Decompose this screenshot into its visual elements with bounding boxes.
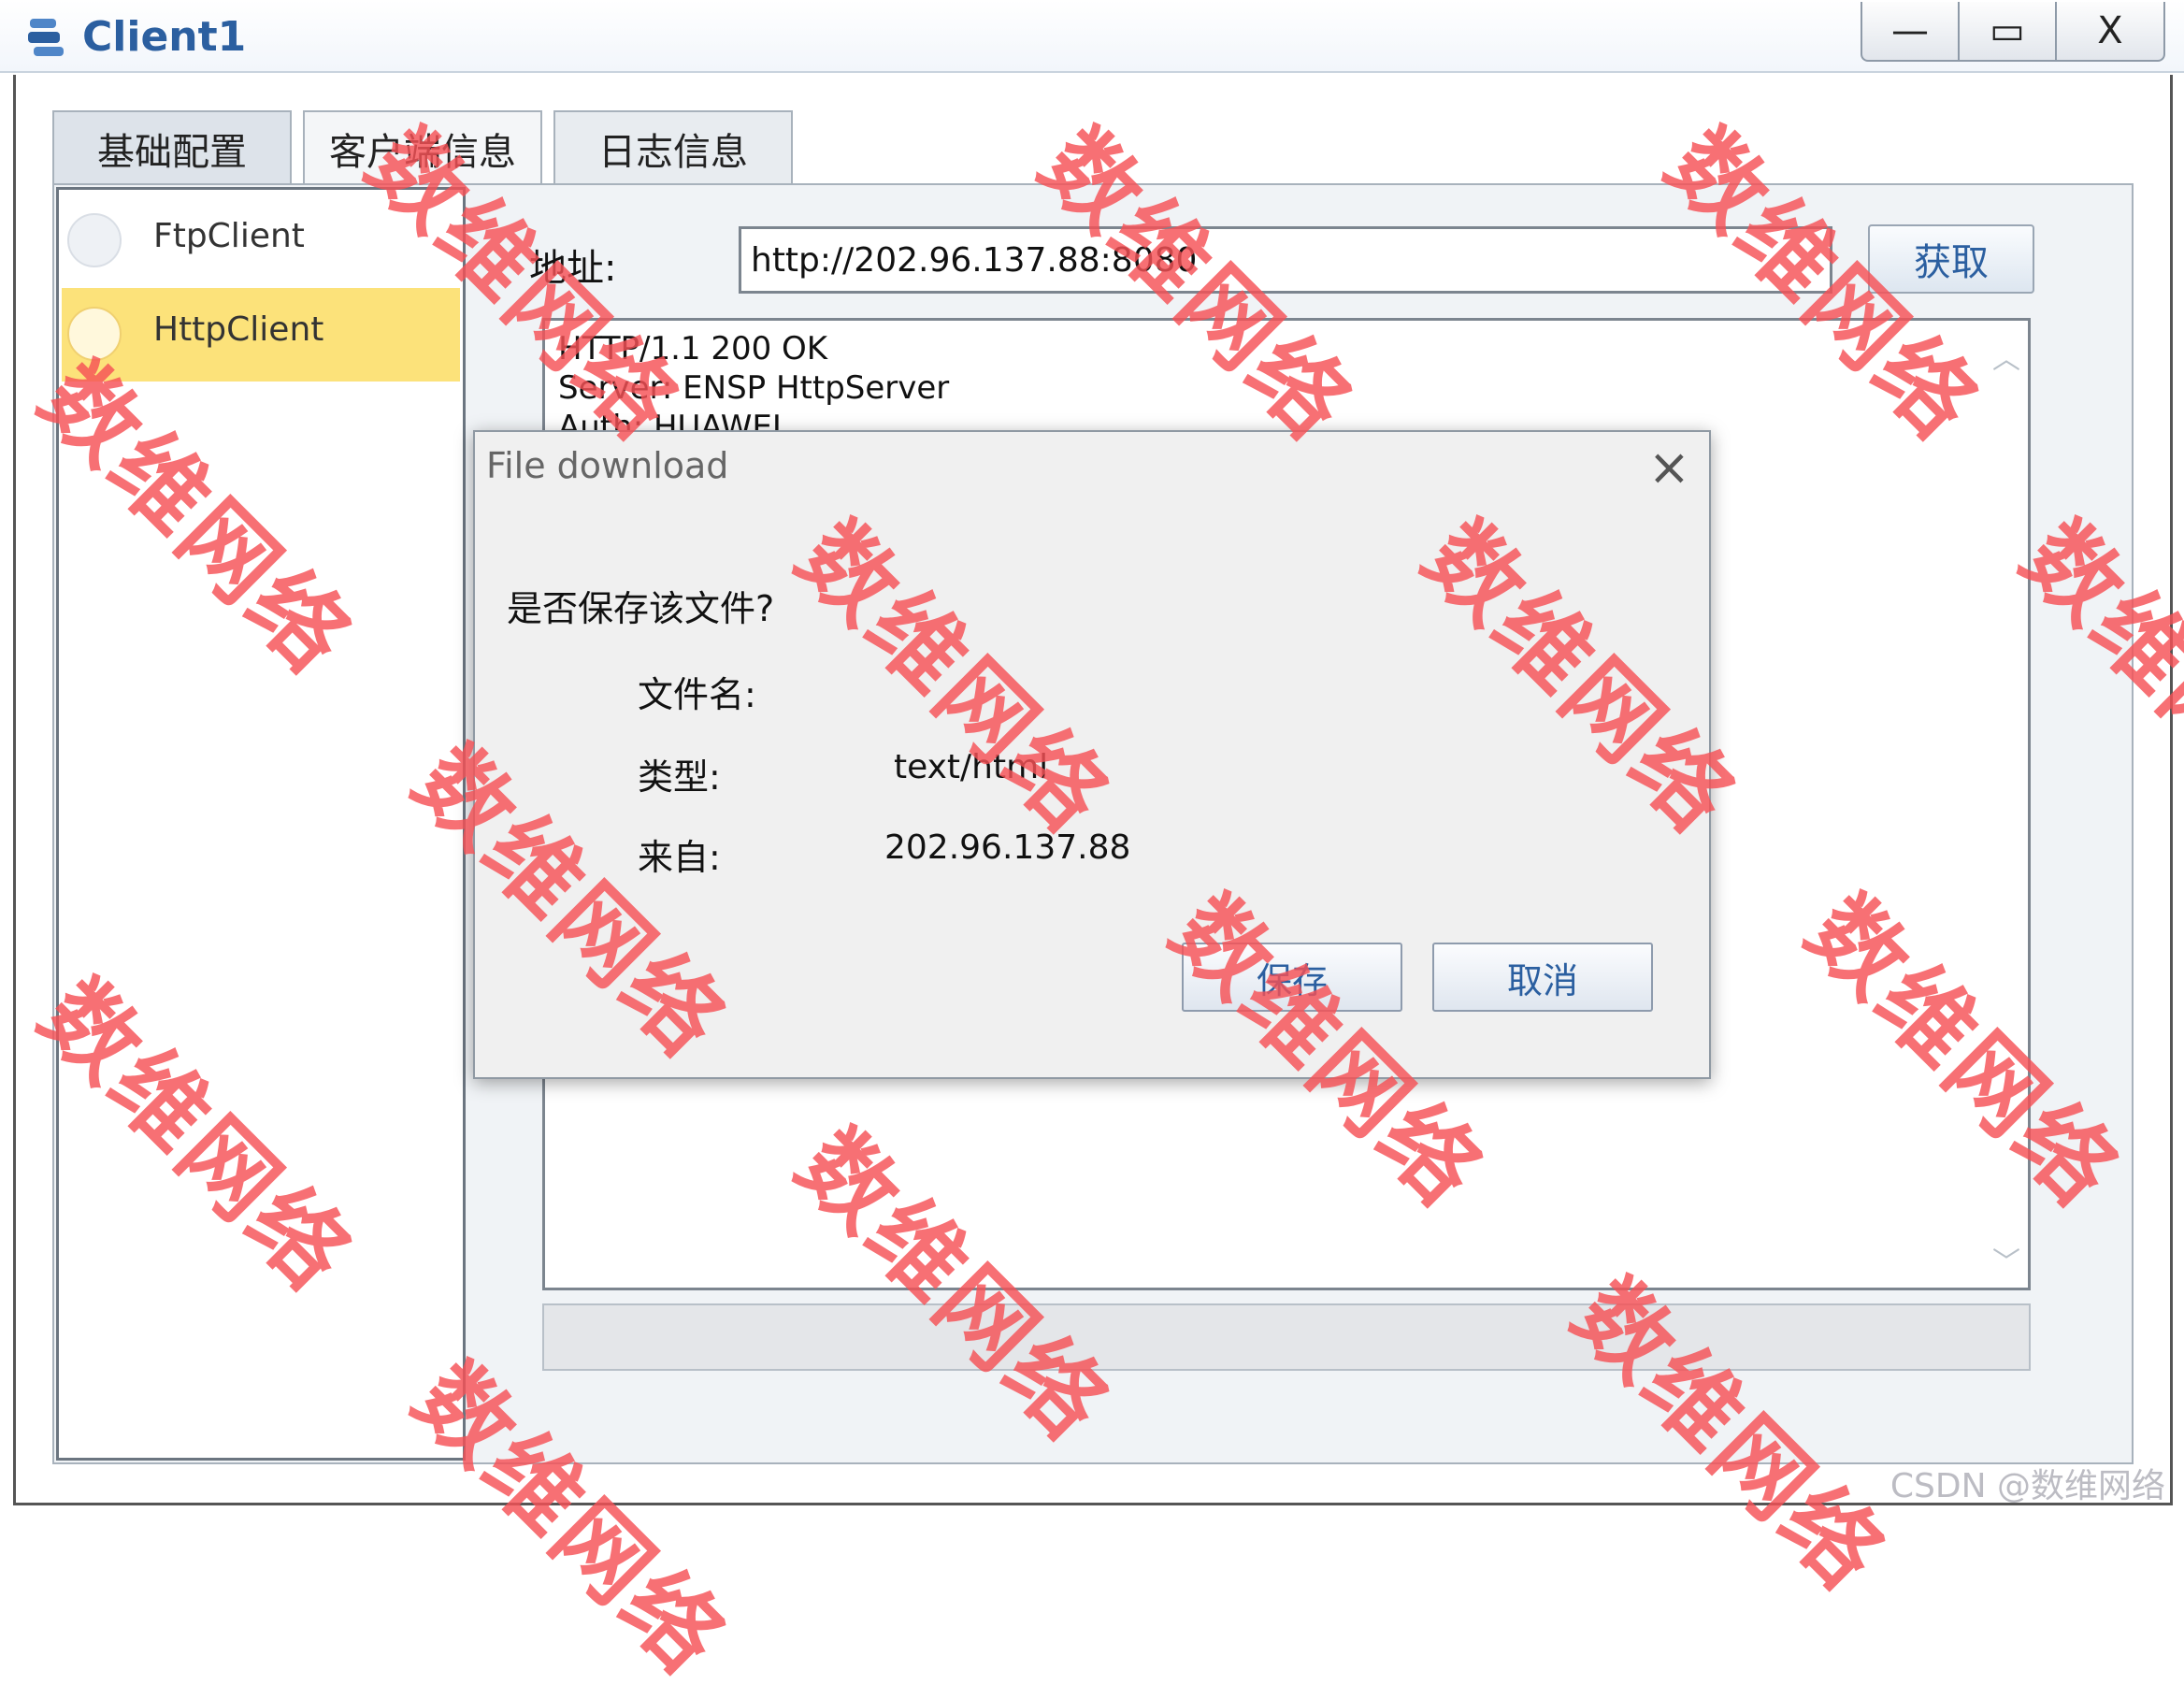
list-item-label: FtpClient <box>153 217 305 255</box>
list-item-httpclient[interactable]: HttpClient <box>62 288 460 382</box>
response-line: HTTP/1.1 200 OK <box>558 330 828 367</box>
dialog-question: 是否保存该文件? <box>507 588 775 629</box>
window-title: Client1 <box>82 13 247 61</box>
type-value: text/html <box>894 748 1049 786</box>
tab-basic-config[interactable]: 基础配置 <box>52 110 292 185</box>
fetch-button[interactable]: 获取 <box>1868 224 2034 294</box>
filename-label: 文件名: <box>638 674 756 715</box>
from-label: 来自: <box>638 837 721 878</box>
minimize-button[interactable]: — <box>1861 2 1960 62</box>
radio-icon <box>67 307 122 361</box>
from-value: 202.96.137.88 <box>884 828 1131 867</box>
file-download-dialog: File download × 是否保存该文件? 文件名: 类型: text/h… <box>473 430 1711 1079</box>
maximize-button[interactable]: ▭ <box>1958 2 2057 62</box>
tab-log-info[interactable]: 日志信息 <box>553 110 793 185</box>
address-label: 地址: <box>529 247 617 290</box>
address-input[interactable] <box>739 226 1832 294</box>
cancel-button[interactable]: 取消 <box>1432 943 1653 1012</box>
dialog-close-icon[interactable]: × <box>1648 438 1690 497</box>
type-label: 类型: <box>638 756 721 798</box>
list-item-label: HttpClient <box>153 310 324 349</box>
tab-client-info[interactable]: 客户端信息 <box>303 110 542 185</box>
response-line: Server: ENSP HttpServer <box>558 369 950 407</box>
save-button[interactable]: 保存 <box>1182 943 1402 1012</box>
list-item-ftpclient[interactable]: FtpClient <box>62 194 460 288</box>
dialog-title: File download <box>486 445 729 486</box>
close-window-button[interactable]: X <box>2055 2 2165 62</box>
status-bar <box>542 1303 2031 1371</box>
app-icon <box>24 13 73 62</box>
radio-icon <box>67 213 122 267</box>
scroll-down-icon[interactable]: ﹀ <box>1992 1239 2020 1280</box>
title-bar: Client1 — ▭ X <box>0 0 2184 73</box>
scroll-up-icon[interactable]: ︿ <box>1992 336 2020 377</box>
footer-watermark: CSDN @数维网络 <box>1889 1467 2165 1505</box>
